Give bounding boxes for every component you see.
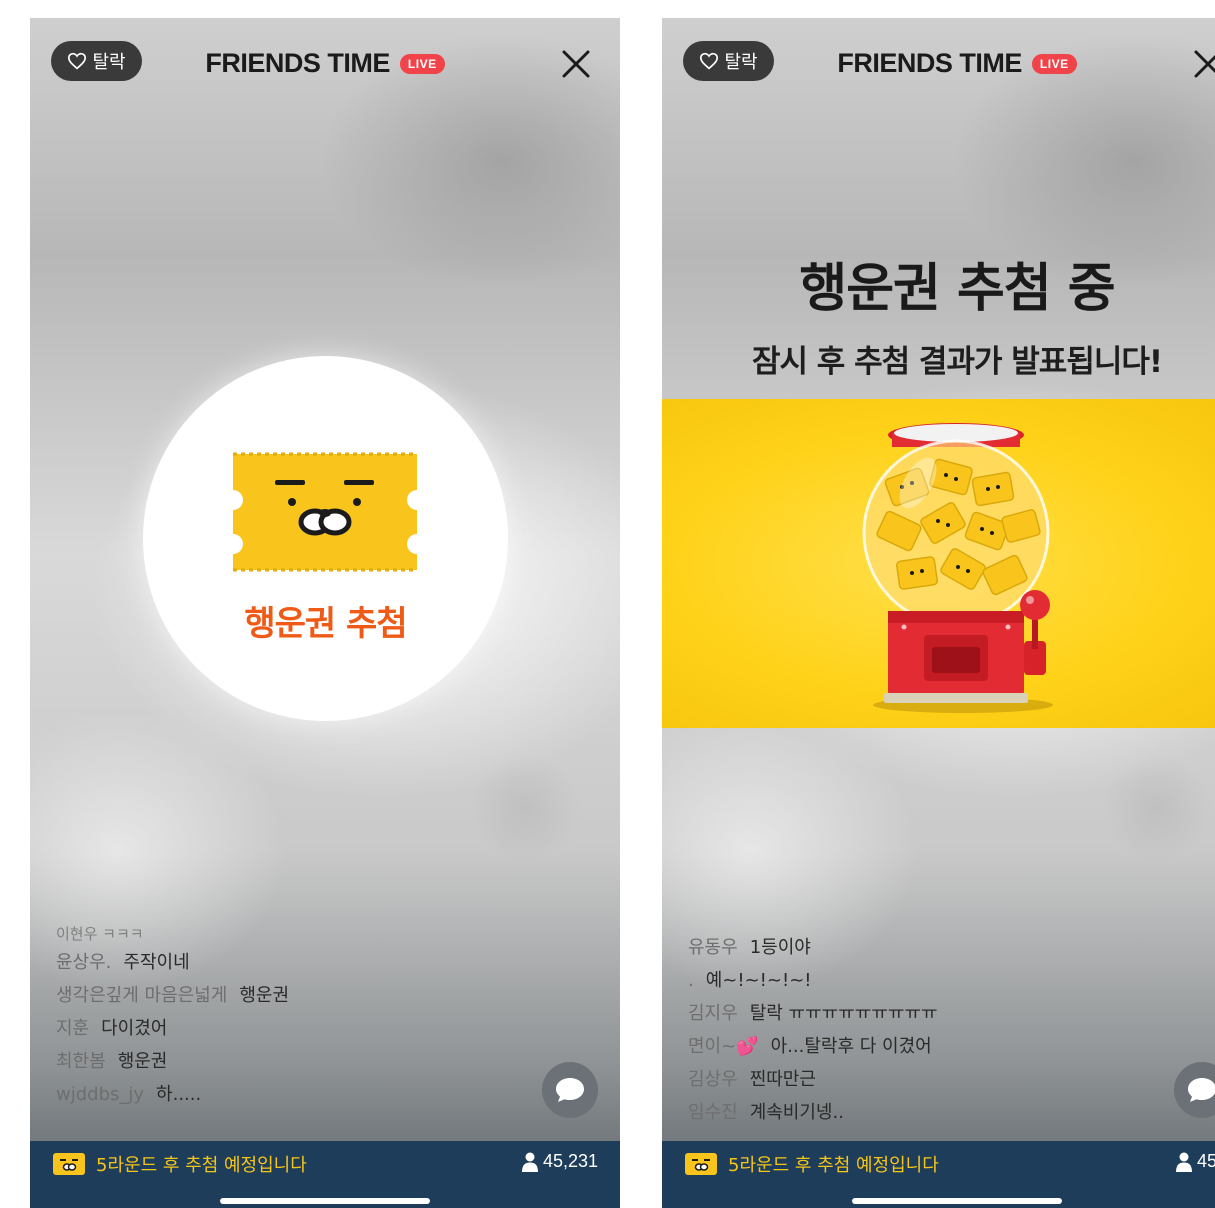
chat-text: 주작이네 <box>123 952 190 973</box>
chat-username: 최한봄 <box>56 1051 106 1072</box>
chat-message: 김지우 탈락 ㅠㅠㅠㅠㅠㅠㅠㅠㅠ <box>688 997 938 1030</box>
chat-list: 이현우 ㅋㅋㅋ 윤상우. 주작이네 생각은깊게 마음은넓게 행운권 지훈 다이겼어 최… <box>56 926 289 1111</box>
background-bubble <box>1102 753 1212 863</box>
chat-message: 유동우 1등이야 <box>688 931 938 964</box>
live-screen-drawing: 탈락 FRIENDS TIME LIVE 행운권 추첨 중 잠시 후 추첨 결과… <box>662 18 1215 1208</box>
status-bar: 5라운드 후 추첨 예정입니다 45,231 <box>30 1141 620 1208</box>
chat-text: 계속비기넹.. <box>749 1102 844 1123</box>
ryan-ticket-icon <box>233 452 417 572</box>
chat-text: 아...탈락후 다 이겼어 <box>770 1036 932 1057</box>
gacha-machine-icon <box>862 423 1053 713</box>
chat-text: 탈락 ㅠㅠㅠㅠㅠㅠㅠㅠㅠ <box>749 1003 938 1024</box>
person-icon <box>1175 1152 1192 1172</box>
close-icon <box>562 50 590 78</box>
close-button[interactable] <box>560 48 592 80</box>
chat-username: 김지우 <box>688 1003 738 1024</box>
app-title: FRIENDS TIME <box>837 48 1022 78</box>
chat-message-faded: 이현우 ㅋㅋㅋ <box>56 926 144 943</box>
chat-button[interactable] <box>1174 1062 1215 1118</box>
live-badge: LIVE <box>399 53 445 74</box>
background-bubble <box>470 753 580 863</box>
viewer-count: 45,02 <box>1175 1151 1215 1172</box>
chat-text: 다이겼어 <box>101 1018 168 1039</box>
chat-message: 임수진 계속비기넹.. <box>688 1096 938 1129</box>
chat-username: 김상우 <box>688 1069 738 1090</box>
home-indicator[interactable] <box>220 1198 430 1204</box>
chat-username: 윤상우. <box>56 952 112 973</box>
live-badge: LIVE <box>1031 53 1077 74</box>
chat-message: 김상우 찐따만근 <box>688 1063 938 1096</box>
chat-username: wjddbs_jy <box>56 1084 145 1105</box>
chat-bubble-icon <box>1188 1078 1215 1102</box>
chat-username: . <box>688 970 694 991</box>
viewer-count-value: 45,231 <box>542 1151 598 1171</box>
chat-button[interactable] <box>542 1062 598 1118</box>
chat-text: 예~!~!~!~! <box>705 970 812 991</box>
round-notice-text: 5라운드 후 추첨 예정입니다 <box>96 1155 307 1176</box>
chat-text: 1등이야 <box>749 937 811 958</box>
chat-message: 면이~💕 아...탈락후 다 이겼어 <box>688 1030 938 1063</box>
chat-list: 유동우 1등이야 . 예~!~!~!~! 김지우 탈락 ㅠㅠㅠㅠㅠㅠㅠㅠㅠ 면이~💕 아… <box>688 931 938 1129</box>
ryan-icon <box>53 1153 85 1175</box>
close-button[interactable] <box>1192 48 1215 80</box>
viewer-count-value: 45,02 <box>1196 1151 1215 1171</box>
header-title-group: FRIENDS TIME LIVE <box>30 48 620 79</box>
person-icon <box>521 1152 538 1172</box>
chat-username: 임수진 <box>688 1102 738 1123</box>
chat-message: 지훈 다이겼어 <box>56 1012 289 1045</box>
gacha-machine-panel <box>662 399 1215 728</box>
chat-message: . 예~!~!~!~! <box>688 964 938 997</box>
chat-message: wjddbs_jy 하..... <box>56 1078 289 1111</box>
status-bar: 5라운드 후 추첨 예정입니다 45,02 <box>662 1141 1215 1208</box>
chat-message: 생각은깊게 마음은넓게 행운권 <box>56 979 289 1012</box>
chat-text: 하..... <box>156 1084 202 1105</box>
round-notice-text: 5라운드 후 추첨 예정입니다 <box>728 1155 939 1176</box>
lottery-badge: 행운권 추첨 <box>143 356 508 721</box>
live-screen-lottery: 탈락 FRIENDS TIME LIVE 행운권 추첨 이현우 ㅋㅋㅋ 윤상우.… <box>30 18 620 1208</box>
chat-text: 행운권 <box>239 985 290 1006</box>
round-notice: 5라운드 후 추첨 예정입니다 <box>52 1151 307 1177</box>
draw-subtitle: 잠시 후 추첨 결과가 발표됩니다! <box>751 344 1163 380</box>
chat-username: 생각은깊게 마음은넓게 <box>56 985 228 1006</box>
ryan-icon <box>685 1153 717 1175</box>
chat-username: 유동우 <box>688 937 738 958</box>
chat-username: 면이~💕 <box>688 1036 759 1057</box>
app-title: FRIENDS TIME <box>205 48 390 78</box>
home-indicator[interactable] <box>852 1198 1062 1204</box>
close-icon <box>1194 50 1215 78</box>
chat-message: 최한봄 행운권 <box>56 1045 289 1078</box>
chat-bubble-icon <box>556 1078 584 1102</box>
lottery-label: 행운권 추첨 <box>244 604 407 644</box>
chat-message: 윤상우. 주작이네 <box>56 946 289 979</box>
header-title-group: FRIENDS TIME LIVE <box>662 48 1215 79</box>
chat-text: 행운권 <box>117 1051 168 1072</box>
viewer-count: 45,231 <box>521 1151 598 1172</box>
chat-username: 지훈 <box>56 1018 90 1039</box>
chat-text: 찐따만근 <box>749 1069 816 1090</box>
round-notice: 5라운드 후 추첨 예정입니다 <box>684 1151 939 1177</box>
draw-title: 행운권 추첨 중 <box>799 259 1115 319</box>
